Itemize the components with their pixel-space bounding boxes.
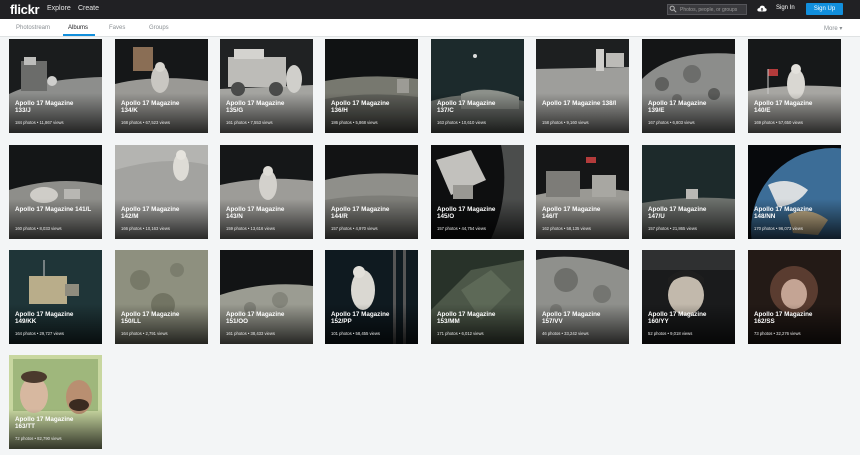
active-tab-indicator [63, 34, 95, 36]
album-card[interactable]: Apollo 17 Magazine 133/J 184 photos • 11,… [9, 39, 102, 133]
album-card[interactable]: Apollo 17 Magazine 145/O 157 photos • 44,… [431, 145, 524, 239]
album-stats: 101 photos • 58,455 views [331, 331, 380, 336]
tab-faves[interactable]: Faves [109, 25, 125, 31]
album-card[interactable]: Apollo 17 Magazine 136/H 186 photos • 5,8… [325, 39, 418, 133]
album-card[interactable]: Apollo 17 Magazine 148/NN 170 photos • 96… [748, 145, 841, 239]
album-card[interactable]: Apollo 17 Magazine 152/PP 101 photos • 58… [325, 250, 418, 344]
album-title: Apollo 17 Magazine 148/NN [754, 206, 813, 220]
album-stats: 162 photos • 58,135 views [542, 226, 591, 231]
album-card[interactable]: Apollo 17 Magazine 149/KK 164 photos • 29… [9, 250, 102, 344]
album-card[interactable]: Apollo 17 Magazine 157/VV 46 photos • 33,… [536, 250, 629, 344]
album-stats: 160 photos • 8,033 views [15, 226, 62, 231]
album-title: Apollo 17 Magazine 152/PP [331, 311, 390, 325]
album-card[interactable]: Apollo 17 Magazine 151/OO 161 photos • 38… [220, 250, 313, 344]
album-stats: 163 photos • 10,610 views [437, 120, 486, 125]
profile-subnav: Photostream Albums Faves Groups More ▾ [0, 19, 860, 37]
album-title: Apollo 17 Magazine 142/M [121, 206, 180, 220]
album-stats: 46 photos • 33,242 views [542, 331, 589, 336]
album-stats: 73 photos • 32,276 views [754, 331, 801, 336]
album-card[interactable]: Apollo 17 Magazine 162/SS 73 photos • 32,… [748, 250, 841, 344]
tab-albums[interactable]: Albums [68, 25, 88, 31]
album-stats: 166 photos • 10,163 views [121, 226, 170, 231]
album-title: Apollo 17 Magazine 163/TT [15, 416, 74, 430]
tab-photostream[interactable]: Photostream [16, 25, 50, 31]
album-stats: 159 photos • 13,616 views [226, 226, 275, 231]
album-card[interactable]: Apollo 17 Magazine 134/K 168 photos • 67,… [115, 39, 208, 133]
album-card[interactable]: Apollo 17 Magazine 144/R 157 photos • 4,9… [325, 145, 418, 239]
album-stats: 157 photos • 4,970 views [331, 226, 378, 231]
cover-shade [536, 93, 629, 133]
album-title: Apollo 17 Magazine 141/L [15, 206, 92, 213]
album-card[interactable]: Apollo 17 Magazine 137/C 163 photos • 10,… [431, 39, 524, 133]
album-title: Apollo 17 Magazine 144/R [331, 206, 390, 220]
album-title: Apollo 17 Magazine 151/OO [226, 311, 285, 325]
album-title: Apollo 17 Magazine 134/K [121, 100, 180, 114]
sign-up-button[interactable]: Sign Up [806, 3, 843, 15]
album-stats: 161 photos • 7,553 views [226, 120, 273, 125]
album-title: Apollo 17 Magazine 150/LL [121, 311, 180, 325]
album-stats: 158 photos • 9,160 views [542, 120, 589, 125]
nav-explore[interactable]: Explore [47, 5, 71, 12]
album-title: Apollo 17 Magazine 162/SS [754, 311, 813, 325]
album-card[interactable]: Apollo 17 Magazine 147/U 157 photos • 21,… [642, 145, 735, 239]
search-input[interactable]: Photos, people, or groups [667, 4, 747, 15]
album-card[interactable]: Apollo 17 Magazine 150/LL 164 photos • 2,… [115, 250, 208, 344]
sign-in-link[interactable]: Sign In [776, 5, 795, 11]
album-stats: 157 photos • 21,865 views [648, 226, 697, 231]
album-card[interactable]: Apollo 17 Magazine 153/MM 171 photos • 6,… [431, 250, 524, 344]
album-card[interactable]: Apollo 17 Magazine 142/M 166 photos • 10,… [115, 145, 208, 239]
album-title: Apollo 17 Magazine 143/N [226, 206, 285, 220]
album-title: Apollo 17 Magazine 149/KK [15, 311, 74, 325]
album-title: Apollo 17 Magazine 135/G [226, 100, 285, 114]
album-title: Apollo 17 Magazine 133/J [15, 100, 74, 114]
album-stats: 170 photos • 96,073 views [754, 226, 803, 231]
album-title: Apollo 17 Magazine 147/U [648, 206, 707, 220]
album-title: Apollo 17 Magazine 157/VV [542, 311, 601, 325]
album-card[interactable]: Apollo 17 Magazine 135/G 161 photos • 7,5… [220, 39, 313, 133]
album-card[interactable]: Apollo 17 Magazine 143/N 159 photos • 13,… [220, 145, 313, 239]
album-title: Apollo 17 Magazine 136/H [331, 100, 390, 114]
album-card[interactable]: Apollo 17 Magazine 138/I 158 photos • 9,… [536, 39, 629, 133]
more-menu[interactable]: More ▾ [824, 25, 842, 32]
album-card[interactable]: Apollo 17 Magazine 163/TT 72 photos • 82,… [9, 355, 102, 449]
album-title: Apollo 17 Magazine 137/C [437, 100, 496, 114]
album-stats: 184 photos • 11,867 views [15, 120, 64, 125]
album-stats: 72 photos • 82,790 views [15, 436, 62, 441]
album-card[interactable]: Apollo 17 Magazine 160/YY 52 photos • 9,0… [642, 250, 735, 344]
nav-create[interactable]: Create [78, 5, 99, 12]
album-title: Apollo 17 Magazine 140/E [754, 100, 813, 114]
top-bar: flickr Explore Create Photos, people, or… [0, 0, 860, 19]
upload-cloud-icon[interactable] [757, 4, 767, 14]
album-card[interactable]: Apollo 17 Magazine 141/L 160 photos • 8,… [9, 145, 102, 239]
album-title: Apollo 17 Magazine 138/I [542, 100, 617, 107]
search-icon [669, 5, 677, 13]
album-title: Apollo 17 Magazine 146/T [542, 206, 601, 220]
album-title: Apollo 17 Magazine 139/E [648, 100, 707, 114]
album-card[interactable]: Apollo 17 Magazine 146/T 162 photos • 58,… [536, 145, 629, 239]
album-stats: 52 photos • 9,018 views [648, 331, 693, 336]
cover-shade [9, 199, 102, 239]
album-stats: 157 photos • 44,754 views [437, 226, 486, 231]
album-stats: 167 photos • 6,803 views [648, 120, 695, 125]
album-stats: 186 photos • 5,868 views [331, 120, 378, 125]
album-title: Apollo 17 Magazine 145/O [437, 206, 496, 220]
album-stats: 169 photos • 57,650 views [754, 120, 803, 125]
album-card[interactable]: Apollo 17 Magazine 140/E 169 photos • 57,… [748, 39, 841, 133]
album-stats: 164 photos • 2,791 views [121, 331, 168, 336]
album-stats: 161 photos • 38,433 views [226, 331, 275, 336]
album-stats: 164 photos • 29,727 views [15, 331, 64, 336]
flickr-logo[interactable]: flickr [10, 2, 40, 17]
album-stats: 171 photos • 6,012 views [437, 331, 484, 336]
album-title: Apollo 17 Magazine 153/MM [437, 311, 496, 325]
album-stats: 168 photos • 67,523 views [121, 120, 170, 125]
album-card[interactable]: Apollo 17 Magazine 139/E 167 photos • 6,8… [642, 39, 735, 133]
tab-groups[interactable]: Groups [149, 25, 169, 31]
album-title: Apollo 17 Magazine 160/YY [648, 311, 707, 325]
